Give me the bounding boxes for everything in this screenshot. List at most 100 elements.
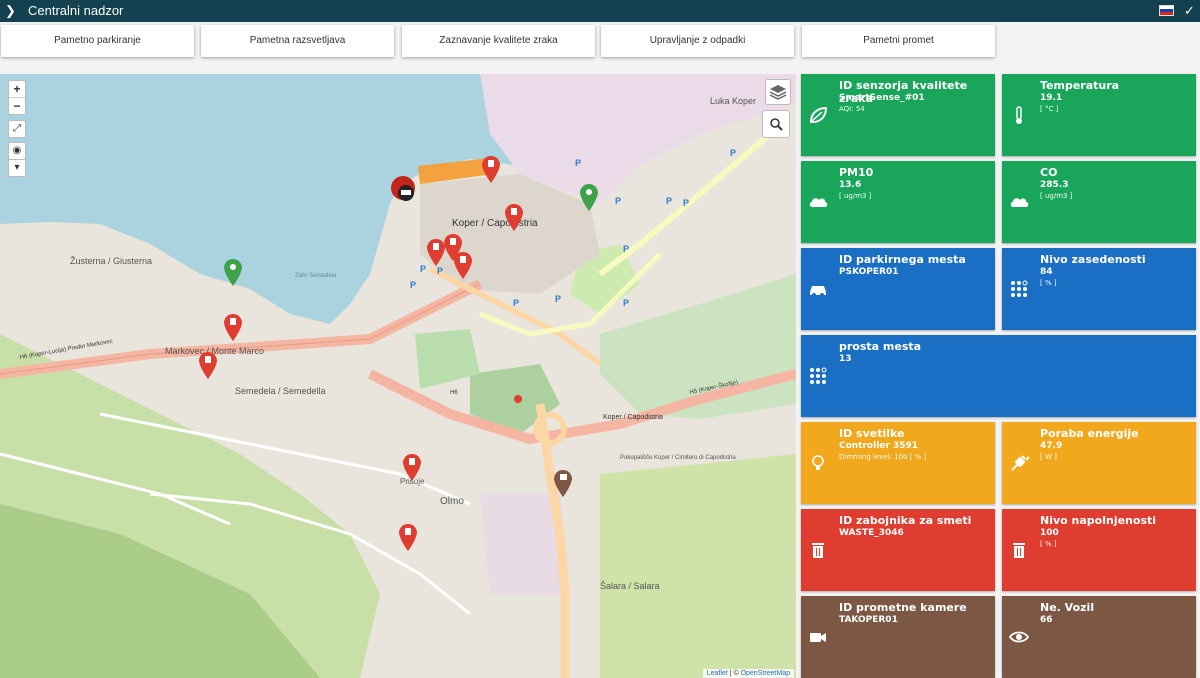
tile-label: ID zabojnika za smeti xyxy=(839,514,972,527)
map-label-luka: Luka Koper xyxy=(710,96,756,106)
svg-text:P: P xyxy=(420,264,426,274)
svg-text:P: P xyxy=(555,294,561,304)
check-icon[interactable]: ✓ xyxy=(1184,3,1195,19)
svg-text:P: P xyxy=(437,266,443,276)
svg-text:P: P xyxy=(623,298,629,308)
tile-label: PM10 xyxy=(839,166,874,179)
tile-value: 66 xyxy=(1040,615,1053,625)
page-title: Centralni nadzor xyxy=(28,3,124,18)
nav-button-traffic[interactable]: Pametni promet xyxy=(802,25,995,57)
svg-text:P: P xyxy=(730,148,736,158)
tile-sub: [ ug/m3 ] xyxy=(839,192,872,200)
tile-value: 47.9 xyxy=(1040,441,1063,451)
map-label-zaliv: Zaliv Semedela xyxy=(295,273,337,279)
dots-grid-icon xyxy=(1011,280,1028,297)
tile-sub: [ % ] xyxy=(1040,540,1057,548)
map-label-h6-2: H6 xyxy=(450,390,458,396)
tile-occupancy[interactable]: Nivo zasedenosti 84 [ % ] xyxy=(1002,248,1196,330)
svg-text:P: P xyxy=(410,280,416,290)
tile-camera-id[interactable]: ID prometne kamere TAKOPER01 xyxy=(801,596,995,678)
map-label-zustema: Žusterna / Giusterna xyxy=(70,256,152,266)
map-attribution: Leaflet | © OpenStreetMap xyxy=(702,669,794,678)
tile-value: 285.3 xyxy=(1040,180,1069,190)
svg-text:P: P xyxy=(615,196,621,206)
chevron-right-icon[interactable]: ❯ xyxy=(5,3,17,19)
tile-sub: [ % ] xyxy=(1040,279,1057,287)
cloud-icon xyxy=(1010,198,1029,207)
tile-sub: Dimming level: 100 [ % ] xyxy=(839,453,927,461)
hospital-icon xyxy=(514,395,522,403)
tile-label: Poraba energije xyxy=(1040,427,1139,440)
tile-value: 13.6 xyxy=(839,180,862,190)
leaf-icon xyxy=(809,106,828,123)
tile-fill-level[interactable]: Nivo napolnjenosti 100 [ % ] xyxy=(1002,509,1196,591)
video-camera-icon xyxy=(810,633,826,642)
layers-icon[interactable] xyxy=(765,79,791,105)
nav-button-parking[interactable]: Pametno parkiranje xyxy=(1,25,194,57)
map-label-semedela: Semedela / Semedella xyxy=(235,386,326,396)
tile-label: Nivo napolnjenosti xyxy=(1040,514,1157,527)
map-label-salara: Šalara / Salara xyxy=(600,581,660,591)
tile-value: 13 xyxy=(839,354,852,364)
tile-value: PSKOPER01 xyxy=(839,267,899,277)
nav-button-waste[interactable]: Upravljanje z odpadki xyxy=(601,25,794,57)
tile-air-sensor-id[interactable]: ID senzorja kvalitete zraka SmartSense_#… xyxy=(801,74,995,156)
tile-value: Controller 3591 xyxy=(839,441,919,451)
tile-label: prosta mesta xyxy=(839,340,922,353)
tile-label: CO xyxy=(1040,166,1058,179)
tile-value: 19.1 xyxy=(1040,93,1063,103)
tile-label: ID svetilke xyxy=(839,427,905,440)
trash-icon xyxy=(1013,543,1025,558)
tile-value: 84 xyxy=(1040,267,1053,277)
search-icon[interactable] xyxy=(762,110,790,138)
tile-value: 100 xyxy=(1040,528,1059,538)
cloud-icon xyxy=(809,198,828,207)
tile-sub: [ W ] xyxy=(1040,453,1057,461)
zoom-out-button[interactable]: − xyxy=(9,97,25,114)
tile-co[interactable]: CO 285.3 [ ug/m3 ] xyxy=(1002,161,1196,243)
svg-text:P: P xyxy=(666,196,672,206)
tile-label: Nivo zasedenosti xyxy=(1040,253,1146,266)
tile-label: Temperatura xyxy=(1040,79,1120,92)
car-icon xyxy=(810,286,826,297)
tile-temperature[interactable]: Temperatura 19.1 [ °C ] xyxy=(1002,74,1196,156)
tile-sub: [ ug/m3 ] xyxy=(1040,192,1073,200)
map[interactable]: Luka Koper Koper / Capodistria Koper / C… xyxy=(0,74,796,678)
tile-pm10[interactable]: PM10 13.6 [ ug/m3 ] xyxy=(801,161,995,243)
lightbulb-icon xyxy=(812,455,824,470)
map-label-koper-center: Koper / Capodistria xyxy=(603,414,663,421)
svg-text:P: P xyxy=(575,158,581,168)
svg-text:P: P xyxy=(623,244,629,254)
trash-icon xyxy=(812,543,824,558)
tile-vehicle-count[interactable]: Ne. Vozil 66 xyxy=(1002,596,1196,678)
thermometer-icon xyxy=(1016,106,1022,124)
tile-value: TAKOPER01 xyxy=(839,615,898,625)
tile-energy[interactable]: Poraba energije 47.9 [ W ] xyxy=(1002,422,1196,504)
eye-icon[interactable]: ◉ xyxy=(8,142,26,160)
plug-icon xyxy=(1011,455,1030,471)
tile-value: WASTE_3046 xyxy=(839,528,904,538)
nav-button-lighting[interactable]: Pametna razsvetljava xyxy=(201,25,394,57)
tile-free-spaces[interactable]: prosta mesta 13 xyxy=(801,335,1196,417)
zoom-in-button[interactable]: + xyxy=(9,81,25,97)
tile-value: SmartSense_#01 xyxy=(839,93,925,103)
leaflet-link[interactable]: Leaflet xyxy=(707,670,728,677)
fullscreen-icon[interactable]: ⤢ xyxy=(8,120,26,138)
svg-text:P: P xyxy=(513,298,519,308)
tile-parking-id[interactable]: ID parkirnega mesta PSKOPER01 xyxy=(801,248,995,330)
zoom-control: + − xyxy=(8,80,26,115)
tile-label: Ne. Vozil xyxy=(1040,601,1095,614)
osm-link[interactable]: OpenStreetMap xyxy=(741,670,790,677)
tile-sub: AQI: 54 xyxy=(839,105,865,113)
map-label-markovec: Markovec / Monte Marco xyxy=(165,346,264,356)
dots-grid-icon xyxy=(810,367,827,384)
nav-button-air-quality[interactable]: Zaznavanje kvalitete zraka xyxy=(402,25,595,57)
location-pin-icon[interactable]: ▾ xyxy=(8,159,26,177)
tile-bin-id[interactable]: ID zabojnika za smeti WASTE_3046 xyxy=(801,509,995,591)
header-bar: ❯ Centralni nadzor ✓ xyxy=(0,0,1200,22)
tile-light-id[interactable]: ID svetilke Controller 3591 Dimming leve… xyxy=(801,422,995,504)
map-canvas[interactable]: Luka Koper Koper / Capodistria Koper / C… xyxy=(0,74,796,678)
slovenia-flag-icon[interactable] xyxy=(1159,5,1174,16)
map-label-olmo: Olmo xyxy=(440,496,464,507)
eye-icon xyxy=(1008,631,1030,643)
